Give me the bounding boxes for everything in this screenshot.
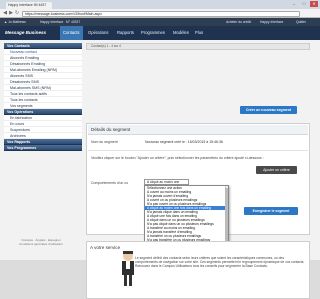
tab-bar: Happy Interface IM 4637 – □ ✕ [0, 0, 320, 9]
criterion-select-value: A cliqué au moins une [147, 180, 180, 184]
sidebar: Vos Contacts Nouveau contact Abonnés Ema… [4, 43, 82, 223]
client-number: M° 40337 [66, 20, 81, 24]
service-text: Le segment définit des contacts selon le… [135, 256, 305, 269]
company-name: Happy Interface [40, 20, 64, 24]
main-nav: Message Business Contacts Opérations Rap… [0, 26, 320, 40]
account-strip: ▲ Jo Mathews Happy Interface M° 40337 Ac… [0, 18, 320, 26]
user-name[interactable]: ▲ Jo Mathews [4, 20, 26, 24]
logout-link[interactable]: Quitter [296, 20, 306, 24]
panel-title: Détails du segment [88, 125, 308, 135]
main-content: Contact(s) 1 - 4 sur 4 Créer un nouveau … [86, 43, 310, 299]
service-box: A votre service Le segment définit des c… [86, 241, 310, 299]
add-criterion-button[interactable]: Ajouter un critère [256, 166, 297, 174]
maximize-icon[interactable]: □ [300, 1, 308, 7]
buy-credit-link[interactable]: Acheter du crédit [226, 20, 251, 24]
segment-name-value[interactable]: Nouveau segment créé le : 16/03/2015 à 1… [145, 140, 223, 144]
reload-icon[interactable]: ↻ [14, 10, 20, 16]
minimize-icon[interactable]: – [290, 1, 298, 7]
nav-contacts[interactable]: Contacts [60, 26, 83, 40]
criteria-label: Comportements d'un co [91, 181, 129, 185]
url-field[interactable]: https://message-business.com/v3/front/Ma… [22, 10, 300, 17]
create-segment-button[interactable]: Créer un nouveau segment [240, 106, 297, 114]
logo[interactable]: Message Business [5, 29, 55, 37]
address-bar: ◀ ▶ ↻ https://message-business.com/v3/fr… [0, 9, 320, 18]
instructions: Veuillez cliquer sur le bouton "Ajouter … [91, 156, 264, 160]
close-icon[interactable]: ✕ [310, 1, 318, 7]
divider [88, 150, 308, 151]
pager: Contact(s) 1 - 4 sur 4 [86, 43, 310, 50]
service-title: A votre service [90, 245, 121, 250]
segment-name-label: Nom du segment [91, 140, 118, 144]
nav-rapports[interactable]: Rapports [114, 26, 137, 40]
account-link[interactable]: Happy Interface [260, 20, 283, 24]
sidebar-section-programmes[interactable]: Vos Programmes [4, 145, 82, 151]
browser-window: Happy Interface IM 4637 – □ ✕ ◀ ▶ ↻ http… [0, 0, 320, 299]
dropdown-scroll-thumb[interactable] [225, 188, 228, 242]
browser-tab[interactable]: Happy Interface IM 4637 [6, 2, 52, 9]
nav-operations[interactable]: Opérations [85, 26, 111, 40]
nav-modeles[interactable]: Modèles [170, 26, 192, 40]
save-segment-button[interactable]: Enregistrer le segment [244, 207, 298, 215]
nav-programmes[interactable]: Programmes [138, 26, 168, 40]
nav-plus[interactable]: Plus [192, 26, 206, 40]
footer-links[interactable]: Français · Anglais · Espagnol Conditions… [10, 238, 72, 246]
